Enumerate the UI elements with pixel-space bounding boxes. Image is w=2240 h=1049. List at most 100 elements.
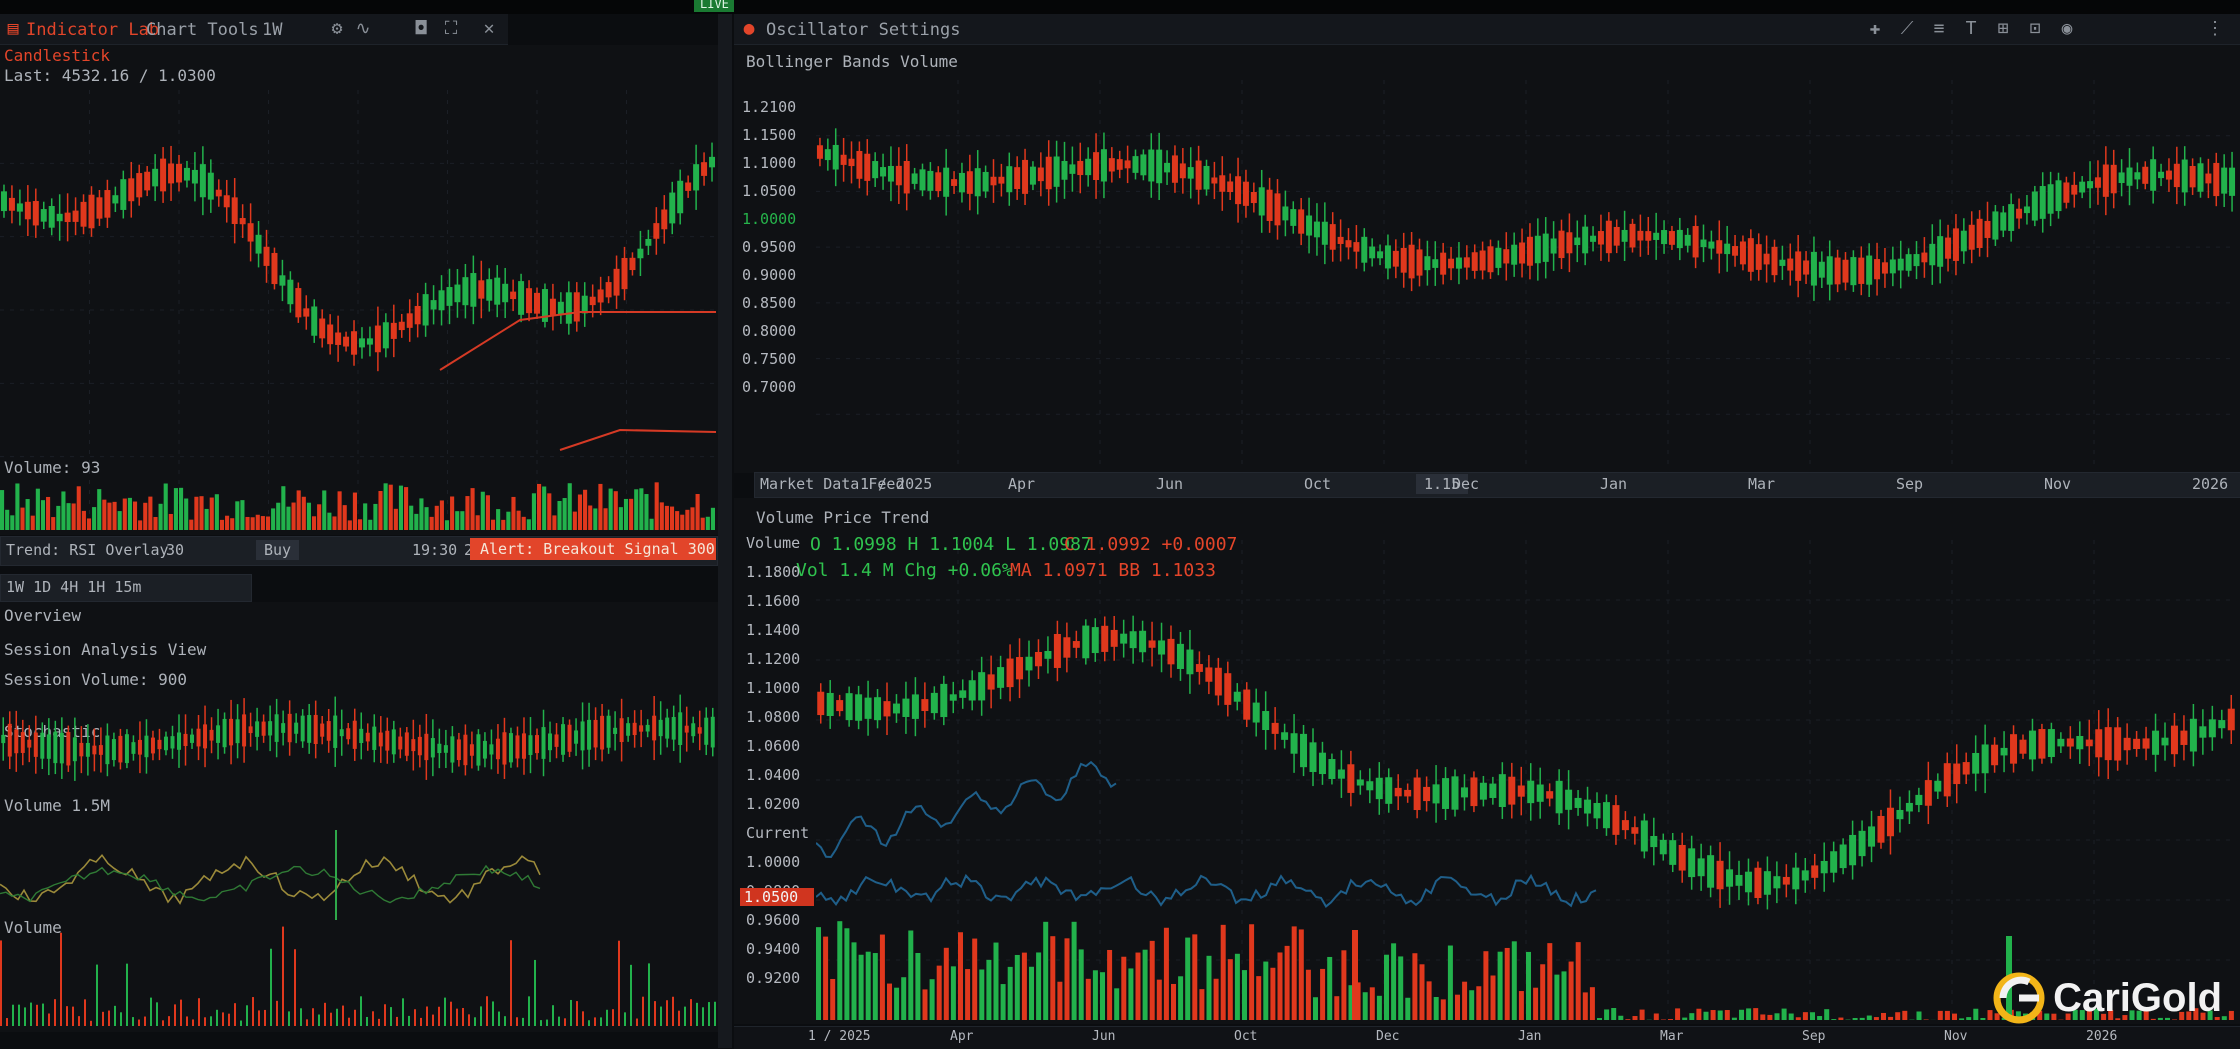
- fib-icon[interactable]: ≡: [1928, 18, 1950, 39]
- left-strip-buy[interactable]: Buy: [256, 540, 299, 560]
- volume-bar: [1334, 996, 1339, 1020]
- volume-bar: [1988, 1010, 1993, 1020]
- candle: [249, 726, 253, 733]
- candle: [1982, 744, 1989, 773]
- volume-bar: [1121, 957, 1126, 1020]
- candle: [152, 169, 158, 187]
- candle: [1433, 784, 1440, 803]
- volume-bar: [246, 1005, 248, 1026]
- panel-divider[interactable]: [718, 14, 732, 1048]
- candle: [81, 202, 87, 227]
- volume-bar: [1938, 1011, 1943, 1020]
- volume-bar: [1959, 1018, 1964, 1020]
- candle: [57, 214, 63, 221]
- candle: [1111, 630, 1118, 647]
- live-icon[interactable]: ●: [738, 18, 760, 39]
- candle: [1792, 868, 1799, 890]
- volume-bar: [1689, 1013, 1694, 1020]
- volume-bar: [588, 505, 592, 530]
- candle: [168, 164, 174, 184]
- candle: [653, 223, 659, 239]
- trendline-icon[interactable]: ⟋: [1896, 18, 1918, 39]
- candle: [1934, 781, 1941, 792]
- candle: [1401, 248, 1407, 273]
- volume-bar: [594, 1017, 596, 1026]
- eye-icon[interactable]: ◉: [2056, 18, 2078, 39]
- settings-icon[interactable]: ⚙: [326, 18, 348, 39]
- candle: [661, 210, 667, 230]
- volume-bar: [1015, 955, 1020, 1020]
- volume-bar: [1810, 1012, 1815, 1020]
- candle: [170, 736, 174, 748]
- more-icon[interactable]: ⋮: [2204, 18, 2226, 39]
- volume-bar: [1675, 1008, 1680, 1020]
- candle: [118, 736, 122, 763]
- volume-bar: [438, 1007, 440, 1026]
- candle: [1977, 219, 1983, 248]
- candle: [1688, 848, 1695, 877]
- lock-icon[interactable]: ⊡: [2024, 18, 2046, 39]
- volume-bar: [1888, 1017, 1893, 1020]
- volume-bar: [42, 1004, 44, 1026]
- candle: [518, 281, 524, 315]
- candle: [1125, 160, 1131, 168]
- volume-bar: [414, 514, 418, 530]
- candle: [65, 213, 71, 222]
- candle: [1306, 216, 1312, 236]
- volume-bar: [41, 500, 45, 530]
- volume-bar: [642, 997, 644, 1026]
- candle: [2079, 182, 2085, 193]
- candle: [1046, 157, 1052, 190]
- measure-icon[interactable]: ⊞: [1992, 18, 2014, 39]
- candle: [1961, 231, 1967, 252]
- indicator-icon[interactable]: ∿: [352, 18, 374, 39]
- volume-bar: [1192, 934, 1197, 1020]
- volume-bar: [384, 483, 388, 530]
- fullscreen-icon[interactable]: ⛶: [440, 18, 462, 39]
- left-strip-trend[interactable]: Trend: RSI Overlay: [6, 541, 169, 559]
- candle: [1417, 249, 1423, 275]
- candle: [444, 745, 448, 753]
- volume-bar: [455, 511, 459, 530]
- right-top-candles[interactable]: [816, 80, 2236, 470]
- volume-bar: [866, 952, 871, 1020]
- left-alert-banner[interactable]: Alert: Breakout Signal 300: [470, 538, 716, 560]
- volume-bar: [343, 505, 347, 530]
- right-bottom-candles[interactable]: [816, 540, 2236, 1020]
- time-axis-tick: 2026: [2192, 475, 2228, 493]
- volume-bar: [578, 495, 582, 530]
- volume-bar: [1093, 970, 1098, 1020]
- app-menu-icon[interactable]: ▤: [2, 18, 24, 39]
- candle: [558, 302, 564, 315]
- volume-bar: [908, 931, 913, 1020]
- candle: [1858, 258, 1864, 284]
- candle: [1736, 875, 1743, 886]
- volume-bar: [281, 486, 285, 530]
- candle: [574, 292, 580, 321]
- volume-bar: [1242, 970, 1247, 1020]
- volume-bar: [593, 508, 597, 530]
- left-top-candles[interactable]: [0, 90, 716, 530]
- candle: [399, 322, 405, 330]
- candle: [622, 258, 628, 289]
- candle: [1328, 759, 1335, 779]
- crosshair-icon[interactable]: ✚: [1864, 18, 1886, 39]
- close-icon[interactable]: ✕: [478, 18, 500, 39]
- candle: [2229, 168, 2235, 196]
- volume-bar: [1306, 970, 1311, 1020]
- candle: [2016, 209, 2022, 219]
- text-tool-icon[interactable]: T: [1960, 18, 1982, 39]
- candle: [581, 721, 585, 750]
- left-zoom-level[interactable]: 1W: [262, 20, 282, 40]
- candle: [1669, 231, 1675, 245]
- volume-bar: [143, 503, 147, 530]
- candle: [1227, 181, 1233, 192]
- candle: [568, 725, 572, 752]
- left-bottom-candles[interactable]: [0, 684, 716, 794]
- volume-bar: [1483, 951, 1488, 1020]
- candle: [614, 269, 620, 296]
- left-timeframe-buttons[interactable]: 1W 1D 4H 1H 15m: [6, 578, 141, 596]
- time-axis-tick: Dec: [1452, 475, 1479, 493]
- left-chart-tools-menu[interactable]: Chart Tools: [146, 20, 259, 40]
- camera-icon[interactable]: ◘: [410, 18, 432, 39]
